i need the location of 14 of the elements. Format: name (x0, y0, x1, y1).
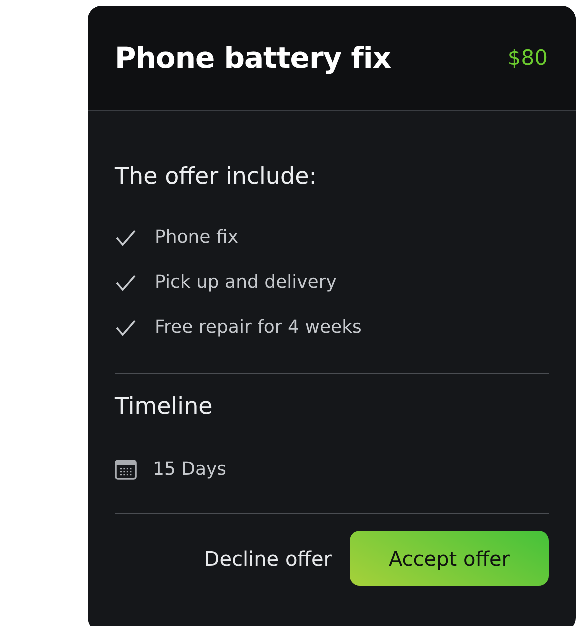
duration-text: 15 Days (153, 459, 227, 480)
included-item: Phone fix (155, 227, 238, 248)
check-icon (115, 228, 137, 246)
accept-button[interactable]: Accept offer (350, 531, 549, 586)
section-heading: Timeline (115, 394, 214, 420)
calendar-icon (115, 460, 137, 480)
included-item: Free repair for 4 weeks (155, 317, 362, 338)
decline-button[interactable]: Decline offer (204, 546, 332, 570)
section-heading: The offer include: (115, 164, 318, 190)
offer-price: $80 (508, 46, 548, 70)
included-item: Pick up and delivery (155, 272, 337, 293)
check-icon (115, 318, 137, 336)
check-icon (115, 274, 137, 292)
offer-title: Phone battery fix (115, 41, 392, 75)
